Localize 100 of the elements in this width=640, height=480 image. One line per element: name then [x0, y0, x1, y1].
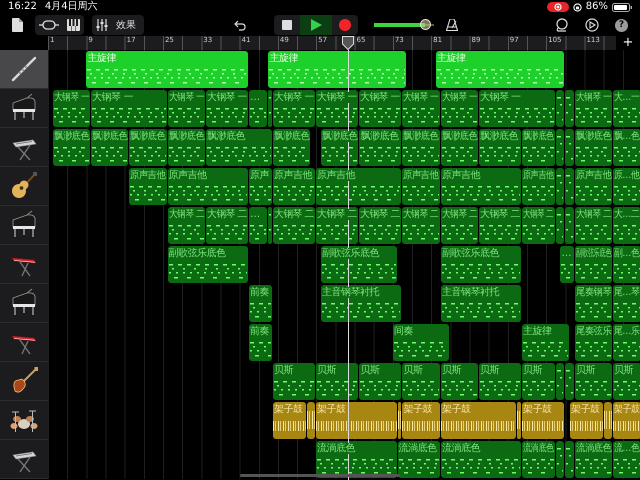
midi-region[interactable]: 大钢琴 一 [91, 90, 167, 127]
midi-region[interactable]: 贝斯 [574, 363, 612, 400]
midi-region[interactable]: 副歌弦乐底色 [440, 246, 522, 283]
audio-region[interactable]: 架子鼓 [316, 402, 397, 439]
midi-region[interactable]: 原声吉他 [168, 168, 248, 205]
midi-region[interactable]: 飘渺底色 [574, 129, 612, 166]
midi-region[interactable]: 大钢琴 二 [440, 207, 478, 244]
midi-region[interactable]: 贝斯 [479, 363, 522, 400]
midi-region[interactable]: 飘渺底色 [402, 129, 440, 166]
midi-region[interactable]: 流淌底色 [440, 441, 522, 478]
midi-region[interactable]: 大钢琴 二 [479, 207, 522, 244]
record-button[interactable] [332, 15, 358, 35]
midi-region[interactable]: 尾奏钢琴 [574, 285, 612, 322]
midi-region[interactable]: 贝斯 [359, 363, 402, 400]
midi-region[interactable]: 飘渺底色 [321, 129, 358, 166]
midi-region[interactable]: … [249, 207, 268, 244]
midi-region[interactable]: 前奏 [249, 324, 272, 361]
midi-region[interactable]: 大钢琴 二 [168, 207, 206, 244]
midi-region[interactable]: 副歌弦乐底色 [168, 246, 248, 283]
midi-region[interactable]: 贝斯 [316, 363, 358, 400]
midi-region[interactable]: 流淌底色 [316, 441, 397, 478]
midi-region[interactable]: 原声吉他 [273, 168, 316, 205]
midi-region[interactable]: 尾奏弦乐 [574, 324, 612, 361]
playhead-line[interactable] [348, 50, 349, 480]
midi-region[interactable]: 大钢琴 一 [273, 90, 316, 127]
midi-region[interactable]: 飘渺底色 [359, 129, 402, 166]
midi-region[interactable] [556, 441, 564, 478]
midi-region[interactable]: 流淌底色 [398, 441, 440, 478]
audio-region[interactable] [306, 402, 316, 439]
midi-region[interactable] [556, 207, 564, 244]
play-button[interactable] [300, 15, 332, 35]
midi-region[interactable]: 飘渺底色 [273, 129, 310, 166]
midi-region[interactable] [268, 207, 272, 244]
volume-thumb[interactable] [420, 19, 431, 30]
midi-region[interactable]: 贝斯 [613, 363, 640, 400]
audio-region[interactable]: 架子鼓 [402, 402, 440, 439]
midi-region[interactable] [268, 90, 272, 127]
midi-region[interactable]: 飘渺底色 [206, 129, 272, 166]
midi-region[interactable]: 飘…色 [613, 129, 640, 166]
midi-region[interactable] [565, 363, 574, 400]
midi-region[interactable] [556, 90, 564, 127]
audio-region[interactable] [604, 402, 612, 439]
midi-region[interactable]: 间奏 [392, 324, 450, 361]
midi-region[interactable]: 原…他 [613, 168, 640, 205]
midi-region[interactable]: 大钢琴 一 [52, 90, 90, 127]
audio-region[interactable] [398, 402, 402, 439]
midi-region[interactable]: 大钢琴 一 [440, 90, 478, 127]
audio-region[interactable]: 架子鼓 [440, 402, 516, 439]
midi-region[interactable]: 主音钢琴衬托 [321, 285, 402, 322]
audio-region[interactable]: 架子鼓 [273, 402, 306, 439]
midi-region[interactable]: 大…二 [613, 207, 640, 244]
midi-region[interactable]: 大钢琴 一 [574, 90, 612, 127]
midi-region[interactable]: … [560, 246, 574, 283]
midi-region[interactable]: 大钢琴 一 [316, 90, 358, 127]
midi-region[interactable]: 大钢琴 二 [402, 207, 440, 244]
midi-region[interactable]: 飘渺底色 [522, 129, 555, 166]
midi-region[interactable] [556, 363, 564, 400]
midi-region[interactable]: 大钢琴 一 [479, 90, 555, 127]
midi-region[interactable]: 副歌弦乐底色 [574, 246, 612, 283]
midi-region[interactable]: 原声吉他 [129, 168, 167, 205]
midi-region[interactable]: 流…色 [613, 441, 640, 478]
midi-region[interactable]: 主音钢琴衬托 [440, 285, 522, 322]
midi-region[interactable]: 贝斯 [440, 363, 478, 400]
midi-region[interactable] [556, 129, 564, 166]
midi-region[interactable]: … [249, 90, 268, 127]
midi-region[interactable]: 大钢琴 二 [273, 207, 316, 244]
midi-region[interactable]: 流淌底色 [574, 441, 612, 478]
midi-region[interactable]: 前奏 [249, 285, 272, 322]
audio-region[interactable]: 架子鼓 [570, 402, 603, 439]
midi-region[interactable]: 主旋律 [522, 324, 570, 361]
midi-region[interactable]: 大钢琴 一 [402, 90, 440, 127]
midi-region[interactable]: 原声吉他 [574, 168, 612, 205]
midi-region[interactable]: 副…色 [613, 246, 640, 283]
midi-region[interactable]: 飘渺底色 [52, 129, 90, 166]
midi-region[interactable]: 大钢琴 二 [206, 207, 248, 244]
midi-region[interactable]: 大钢琴 二 [574, 207, 612, 244]
midi-region[interactable]: 大钢琴 一 [359, 90, 402, 127]
midi-region[interactable]: 飘渺底色 [91, 129, 128, 166]
help-button[interactable]: ? [611, 15, 632, 35]
midi-region[interactable] [565, 129, 574, 166]
midi-region[interactable] [565, 168, 574, 205]
midi-region[interactable]: 原声吉他 [316, 168, 402, 205]
volume-slider[interactable] [374, 21, 434, 29]
midi-region[interactable]: 贝斯 [402, 363, 440, 400]
audio-region[interactable] [517, 402, 522, 439]
midi-region[interactable]: 贝斯 [522, 363, 555, 400]
midi-region[interactable]: 大钢琴 二 [359, 207, 402, 244]
midi-region[interactable]: 飘渺底色 [168, 129, 206, 166]
midi-region[interactable] [565, 90, 574, 127]
midi-region[interactable]: 大钢琴 二 [316, 207, 358, 244]
audio-region[interactable]: 架子鼓 [613, 402, 640, 439]
midi-region[interactable] [565, 441, 574, 478]
midi-region[interactable]: 飘渺底色 [129, 129, 167, 166]
add-section-button[interactable]: + [616, 36, 640, 50]
midi-region[interactable]: 大钢琴 一 [206, 90, 248, 127]
midi-region[interactable]: 原声吉他 [440, 168, 522, 205]
midi-region[interactable] [556, 168, 564, 205]
midi-region[interactable]: 流淌底色 [522, 441, 555, 478]
midi-region[interactable]: 飘渺底色 [440, 129, 478, 166]
midi-region[interactable]: 原声吉他 [522, 168, 555, 205]
